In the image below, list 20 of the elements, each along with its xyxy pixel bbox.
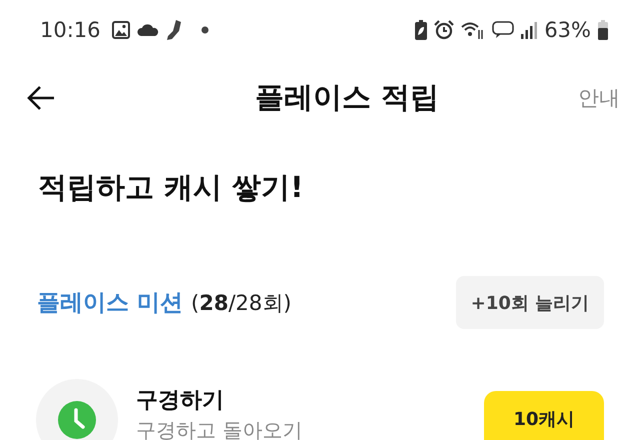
mission-name: 구경하기 [136,387,225,414]
mission-count: (28/28회) [191,290,292,316]
status-time: 10:16 [40,18,101,42]
page-title: 플레이스 적립 [254,79,440,116]
cloud-icon [136,23,159,37]
signal-icon [521,21,538,39]
section-heading: 적립하고 캐시 쌓기! [37,169,304,206]
extend-button[interactable]: +10회 늘리기 [456,276,604,329]
wifi-icon [461,20,486,40]
image-icon [112,21,130,39]
reward-button[interactable]: 10캐시 [484,391,604,440]
mission-description: 구경하고 돌아오기 [136,418,302,440]
mission-title: 플레이스 미션 [37,289,184,318]
battery-percentage: 63% [544,18,591,42]
guide-link[interactable]: 안내 [578,84,620,112]
notification-dot-icon [200,26,209,34]
back-button[interactable] [26,85,56,111]
battery-icon [598,20,608,40]
alarm-icon [434,20,454,40]
battery-saver-icon [415,20,428,40]
